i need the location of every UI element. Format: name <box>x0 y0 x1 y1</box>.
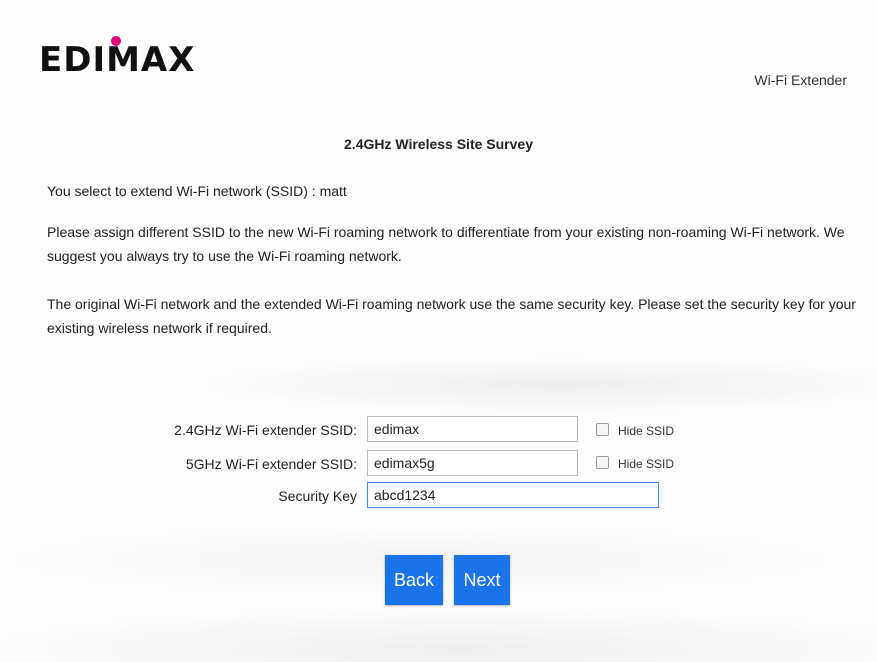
next-button[interactable]: Next <box>454 555 510 605</box>
ssid-instructions: Please assign different SSID to the new … <box>47 224 845 264</box>
security-key-instructions: The original Wi-Fi network and the exten… <box>47 296 856 336</box>
edimax-logo: EDIMAX <box>39 36 196 80</box>
security-key-label-container: Security Key <box>117 482 357 510</box>
ssid5-label-container: 5GHz Wi-Fi extender SSID: <box>117 450 357 478</box>
hide-ssid5-label: Hide SSID <box>618 457 675 471</box>
page-title: 2.4GHz Wireless Site Survey <box>344 136 533 152</box>
ssid24-input[interactable] <box>367 416 578 442</box>
ssid24-label: 2.4GHz Wi-Fi extender SSID: <box>174 422 357 438</box>
security-key-input[interactable] <box>367 482 659 508</box>
hide-ssid24-checkbox[interactable] <box>596 423 609 436</box>
ssid5-input[interactable] <box>367 450 578 476</box>
product-name: Wi-Fi Extender <box>754 72 847 88</box>
selected-network-text: You select to extend Wi-Fi network (SSID… <box>47 183 347 199</box>
logo-dot-icon <box>111 36 121 46</box>
back-button[interactable]: Back <box>385 555 443 605</box>
hide-ssid5-checkbox[interactable] <box>596 456 609 469</box>
hide-ssid24-label: Hide SSID <box>618 424 675 438</box>
ssid24-label-container: 2.4GHz Wi-Fi extender SSID: <box>117 416 357 444</box>
ssid5-label: 5GHz Wi-Fi extender SSID: <box>185 456 357 472</box>
logo-text: EDIMAX <box>39 40 196 80</box>
security-key-label: Security Key <box>278 488 357 504</box>
setup-page: EDIMAX Wi-Fi Extender 2.4GHz Wireless Si… <box>0 0 877 662</box>
